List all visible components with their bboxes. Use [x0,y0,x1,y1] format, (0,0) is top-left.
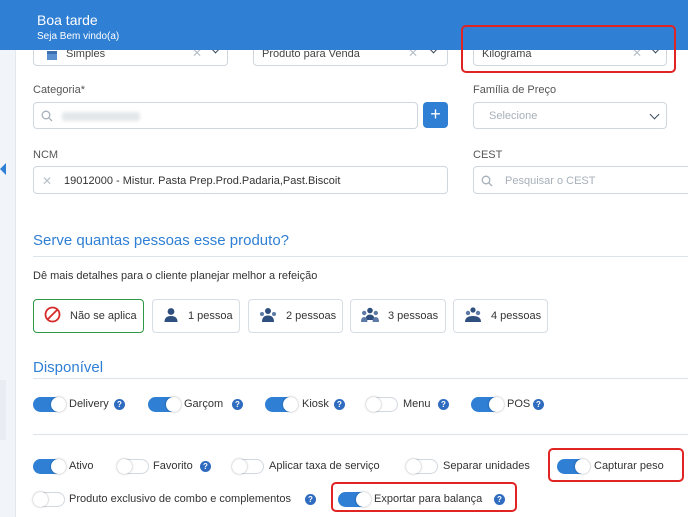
divider [33,256,688,257]
help-icon[interactable]: ? [438,399,449,410]
exportar-balanca-highlight-box [331,482,517,512]
combo-exclusivo-toggle[interactable] [33,492,65,507]
help-icon[interactable]: ? [232,399,243,410]
ativo-label: Ativo [69,460,94,472]
serves-option-label: 2 pessoas [286,310,337,322]
cest-placeholder: Pesquisar o CEST [505,175,596,187]
serves-option-label: Não se aplica [70,310,137,322]
serves-option-label: 4 pessoas [491,310,542,322]
kiosk-label: Kiosk [302,398,329,410]
menu-label: Menu [403,398,431,410]
serves-option-4-pessoas[interactable]: 4 pessoas [453,299,548,333]
familia-label: Família de Preço [473,84,557,96]
ncm-label: NCM [33,149,59,161]
greeting-subtitle: Seja Bem vindo(a) [37,31,120,42]
divider [33,434,688,435]
person-icon [163,307,179,326]
separar-unidades-toggle[interactable] [406,459,438,474]
cest-search-input[interactable]: Pesquisar o CEST [473,166,688,194]
garcom-label: Garçom [184,398,224,410]
search-icon [41,109,53,127]
divider [33,378,688,379]
chevron-down-icon[interactable] [649,109,660,120]
greeting-title: Boa tarde [37,12,98,28]
menu-toggle[interactable] [366,397,398,412]
delivery-toggle[interactable] [33,397,66,412]
help-icon[interactable]: ? [114,399,125,410]
help-icon[interactable]: ? [305,494,316,505]
group-icon [464,306,482,326]
familia-placeholder: Selecione [489,110,538,122]
garcom-toggle[interactable] [148,397,181,412]
capturar-peso-highlight-box [548,448,684,482]
combo-exclusivo-label: Produto exclusivo de combo e complemento… [69,493,291,505]
serves-option-2-pessoas[interactable]: 2 pessoas [248,299,343,333]
unit-highlight-box [461,25,676,73]
serves-description: Dê mais detalhes para o cliente planejar… [33,270,318,282]
favorito-label: Favorito [153,460,193,472]
separar-unidades-label: Separar unidades [443,460,530,472]
categoria-blurred-value [62,112,140,121]
serves-option-nao-se-aplica[interactable]: Não se aplica [33,299,144,333]
familia-select[interactable]: Selecione [473,102,667,129]
prohibited-icon [44,306,61,326]
collapse-arrow-icon[interactable] [0,163,6,175]
serves-option-3-pessoas[interactable]: 3 pessoas [350,299,446,333]
add-category-button[interactable]: + [423,102,448,128]
serves-option-label: 1 pessoa [188,310,233,322]
help-icon[interactable]: ? [200,461,211,472]
taxa-servico-toggle[interactable] [232,459,264,474]
categoria-search-input[interactable] [33,102,418,129]
three-people-icon [361,307,379,326]
two-people-icon [259,307,277,326]
taxa-servico-label: Aplicar taxa de serviço [269,460,380,472]
categoria-label: Categoria* [33,84,85,96]
kiosk-toggle[interactable] [265,397,298,412]
delivery-label: Delivery [69,398,109,410]
help-icon[interactable]: ? [334,399,345,410]
serves-section-title: Serve quantas pessoas esse produto? [33,232,290,249]
serves-option-label: 3 pessoas [388,310,439,322]
ncm-input[interactable]: ✕ 19012000 - Mistur. Pasta Prep.Prod.Pad… [33,166,448,194]
serves-option-1-pessoa[interactable]: 1 pessoa [152,299,240,333]
box-icon [46,48,58,66]
search-icon [481,174,493,192]
favorito-toggle[interactable] [117,459,149,474]
pos-label: POS [507,398,531,410]
help-icon[interactable]: ? [533,399,544,410]
side-rail-marker [0,380,6,440]
pos-toggle[interactable] [471,397,504,412]
disponivel-section-title: Disponível [33,359,104,376]
cest-label: CEST [473,149,503,161]
ativo-toggle[interactable] [33,459,66,474]
ncm-value: 19012000 - Mistur. Pasta Prep.Prod.Padar… [64,175,341,187]
close-icon[interactable]: ✕ [42,174,52,188]
